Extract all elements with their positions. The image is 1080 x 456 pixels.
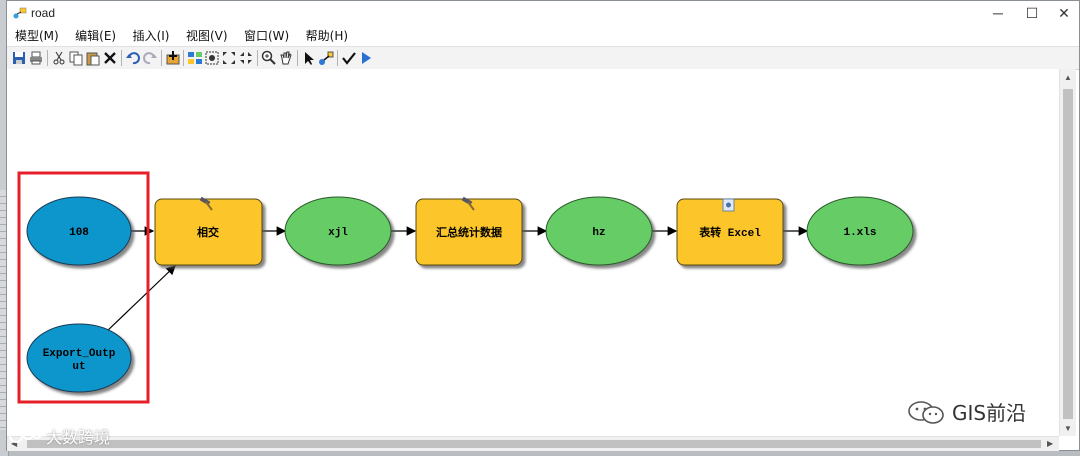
toolbar: [7, 46, 1079, 70]
horizontal-scroll-thumb[interactable]: [27, 440, 1041, 448]
scroll-right-icon[interactable]: ▶: [1047, 439, 1053, 448]
model-builder-window: road ─ ☐ ✕ 模型(M) 编辑(E) 插入(I) 视图(V) 窗口(W)…: [6, 0, 1080, 451]
redo-icon[interactable]: [142, 50, 158, 66]
node-hz[interactable]: hz: [545, 196, 653, 266]
print-icon[interactable]: [28, 50, 44, 66]
menu-model[interactable]: 模型(M): [7, 26, 65, 46]
node-summary-label: 汇总统计数据: [436, 225, 502, 240]
node-intersect-label: 相交: [197, 225, 219, 240]
model-diagram: 108 Export_Outp ut 相交 xjl 汇总统计数据 hz 表转 E…: [17, 171, 914, 404]
watermark-right-text: GIS前沿: [952, 401, 1027, 425]
save-icon[interactable]: [11, 50, 27, 66]
watermark-logo-icon: [9, 428, 42, 443]
menu-edit[interactable]: 编辑(E): [69, 26, 122, 46]
model-canvas[interactable]: 108 Export_Outp ut 相交 xjl 汇总统计数据 hz 表转 E…: [7, 69, 1059, 436]
menu-insert[interactable]: 插入(I): [127, 26, 176, 46]
delete-icon[interactable]: [102, 50, 118, 66]
watermark-right: GIS前沿: [906, 397, 1026, 426]
node-108[interactable]: 108: [26, 196, 132, 266]
node-table-to-excel-label: 表转 Excel: [698, 225, 761, 240]
minimize-button[interactable]: ─: [981, 1, 1015, 25]
copy-icon[interactable]: [68, 50, 84, 66]
window-title: road: [31, 6, 56, 20]
maximize-button[interactable]: ☐: [1015, 1, 1049, 25]
run-icon[interactable]: [358, 50, 374, 66]
node-xls[interactable]: 1.xls: [806, 196, 914, 266]
node-xls-label: 1.xls: [843, 227, 876, 239]
close-button[interactable]: ✕: [1047, 1, 1080, 25]
menu-help[interactable]: 帮助(H): [300, 26, 354, 46]
zoom-in-icon[interactable]: [261, 50, 277, 66]
add-data-icon[interactable]: [165, 50, 181, 66]
node-export-label-line1: Export_Outp: [43, 348, 116, 360]
scroll-up-icon[interactable]: ▲: [1064, 73, 1072, 82]
zoom-out-fixed-icon[interactable]: [238, 50, 254, 66]
menu-window[interactable]: 窗口(W): [238, 26, 295, 46]
node-export-output[interactable]: Export_Outp ut: [26, 323, 132, 393]
pan-icon[interactable]: [278, 50, 294, 66]
node-intersect-tool[interactable]: 相交: [154, 196, 263, 266]
node-hz-label: hz: [592, 227, 605, 239]
connect-icon[interactable]: [318, 50, 334, 66]
node-xjl[interactable]: xjl: [284, 196, 392, 266]
menu-bar: 模型(M) 编辑(E) 插入(I) 视图(V) 窗口(W) 帮助(H): [7, 26, 1079, 46]
node-108-label: 108: [69, 227, 89, 239]
watermark-left: 大数跨境: [8, 424, 110, 448]
select-icon[interactable]: [301, 50, 317, 66]
auto-layout-icon[interactable]: [187, 50, 203, 66]
node-table-to-excel-tool[interactable]: 表转 Excel: [676, 198, 784, 266]
wechat-icon: [908, 400, 944, 424]
scroll-down-icon[interactable]: ▼: [1064, 424, 1072, 433]
model-icon: [13, 7, 27, 19]
zoom-in-fixed-icon[interactable]: [221, 50, 237, 66]
vertical-scrollbar[interactable]: ▲ ▼: [1059, 69, 1076, 436]
undo-icon[interactable]: [125, 50, 141, 66]
title-bar: road ─ ☐ ✕: [7, 1, 1079, 25]
watermark-left-text: 大数跨境: [46, 428, 111, 447]
node-xjl-label: xjl: [328, 227, 348, 239]
full-extent-icon[interactable]: [204, 50, 220, 66]
validate-icon[interactable]: [341, 50, 357, 66]
connector-export-intersect[interactable]: [104, 265, 176, 334]
cut-icon[interactable]: [51, 50, 67, 66]
script-icon: [722, 198, 735, 212]
node-summary-tool[interactable]: 汇总统计数据: [415, 196, 523, 266]
paste-icon[interactable]: [85, 50, 101, 66]
node-export-label-line2: ut: [72, 361, 85, 373]
vertical-scroll-thumb[interactable]: [1063, 89, 1073, 419]
horizontal-scrollbar[interactable]: ◀ ▶: [7, 436, 1059, 451]
menu-view[interactable]: 视图(V): [180, 26, 234, 46]
